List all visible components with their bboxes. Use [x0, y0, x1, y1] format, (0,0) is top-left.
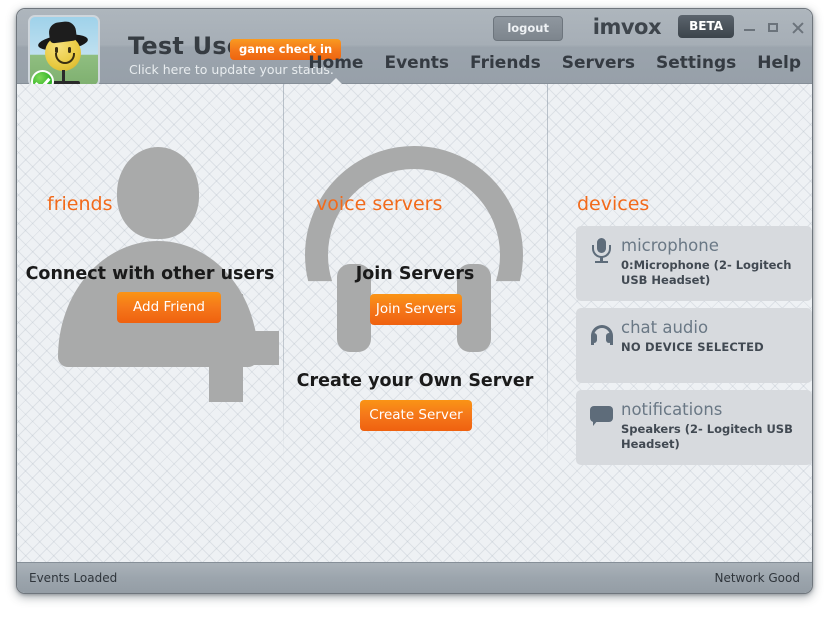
- nav-item-label: Friends: [470, 53, 541, 73]
- device-value: Speakers (2- Logitech USB Headset): [621, 422, 800, 452]
- headphone-icon: [589, 320, 615, 346]
- join-servers-button[interactable]: Join Servers: [370, 294, 462, 325]
- network-status: Network Good: [714, 571, 800, 585]
- brand-logo: imvox: [593, 15, 661, 39]
- microphone-icon: [589, 238, 615, 264]
- headphones-illustration-icon: [305, 146, 523, 361]
- minimize-icon[interactable]: [743, 21, 756, 34]
- device-value: 0:Microphone (2- Logitech USB Headset): [621, 258, 800, 288]
- device-label: microphone: [621, 236, 800, 256]
- app-header: Test User game check in Click here to up…: [17, 9, 812, 84]
- friends-heading: Connect with other users: [17, 264, 283, 284]
- device-card-microphone[interactable]: microphone 0:Microphone (2- Logitech USB…: [576, 226, 812, 301]
- device-card-chat-audio[interactable]: chat audio NO DEVICE SELECTED: [576, 308, 812, 383]
- beta-badge: BETA: [678, 15, 734, 38]
- nav-item-settings[interactable]: Settings: [656, 53, 736, 79]
- devices-column: devices microphone 0:Microphone (2- Logi…: [547, 84, 812, 562]
- join-servers-heading: Join Servers: [283, 264, 547, 284]
- application-window: Test User game check in Click here to up…: [16, 8, 813, 594]
- nav-item-home[interactable]: Home: [308, 53, 363, 79]
- window-controls: [743, 21, 804, 34]
- voice-servers-column-title: voice servers: [316, 193, 442, 215]
- person-head-shape: [117, 147, 199, 239]
- logout-button[interactable]: logout: [493, 16, 563, 41]
- status-update-prompt[interactable]: Click here to update your status.: [129, 62, 334, 77]
- nav-item-help[interactable]: Help: [757, 53, 801, 79]
- main-navigation: Home Events Friends Servers Settings Hel…: [308, 53, 801, 79]
- device-label: notifications: [621, 400, 800, 420]
- avatar-block[interactable]: [28, 15, 106, 93]
- device-value: NO DEVICE SELECTED: [621, 340, 800, 355]
- add-friend-button[interactable]: Add Friend: [117, 292, 221, 323]
- create-server-button[interactable]: Create Server: [360, 400, 472, 431]
- friends-column-title: friends: [47, 193, 112, 215]
- close-icon[interactable]: [791, 21, 804, 34]
- status-message: Events Loaded: [29, 571, 117, 585]
- nav-item-events[interactable]: Events: [384, 53, 449, 79]
- content-area: friends Connect with other users Add Fri…: [17, 84, 812, 562]
- nav-item-label: Events: [384, 53, 449, 73]
- status-bar: Events Loaded Network Good: [17, 562, 812, 593]
- devices-column-title: devices: [577, 193, 649, 215]
- nav-item-label: Home: [308, 53, 363, 73]
- friends-column: friends Connect with other users Add Fri…: [17, 84, 283, 562]
- maximize-icon[interactable]: [767, 21, 780, 34]
- device-label: chat audio: [621, 318, 800, 338]
- voice-servers-column: voice servers Join Servers Join Servers …: [283, 84, 547, 562]
- device-card-notifications[interactable]: notifications Speakers (2- Logitech USB …: [576, 390, 812, 465]
- create-server-heading: Create your Own Server: [283, 371, 547, 391]
- nav-item-label: Servers: [562, 53, 635, 73]
- nav-item-label: Help: [757, 53, 801, 73]
- avatar-hat-crown: [48, 20, 77, 43]
- nav-item-friends[interactable]: Friends: [470, 53, 541, 79]
- notification-bubble-icon: [589, 402, 615, 428]
- nav-item-label: Settings: [656, 53, 736, 73]
- nav-item-servers[interactable]: Servers: [562, 53, 635, 79]
